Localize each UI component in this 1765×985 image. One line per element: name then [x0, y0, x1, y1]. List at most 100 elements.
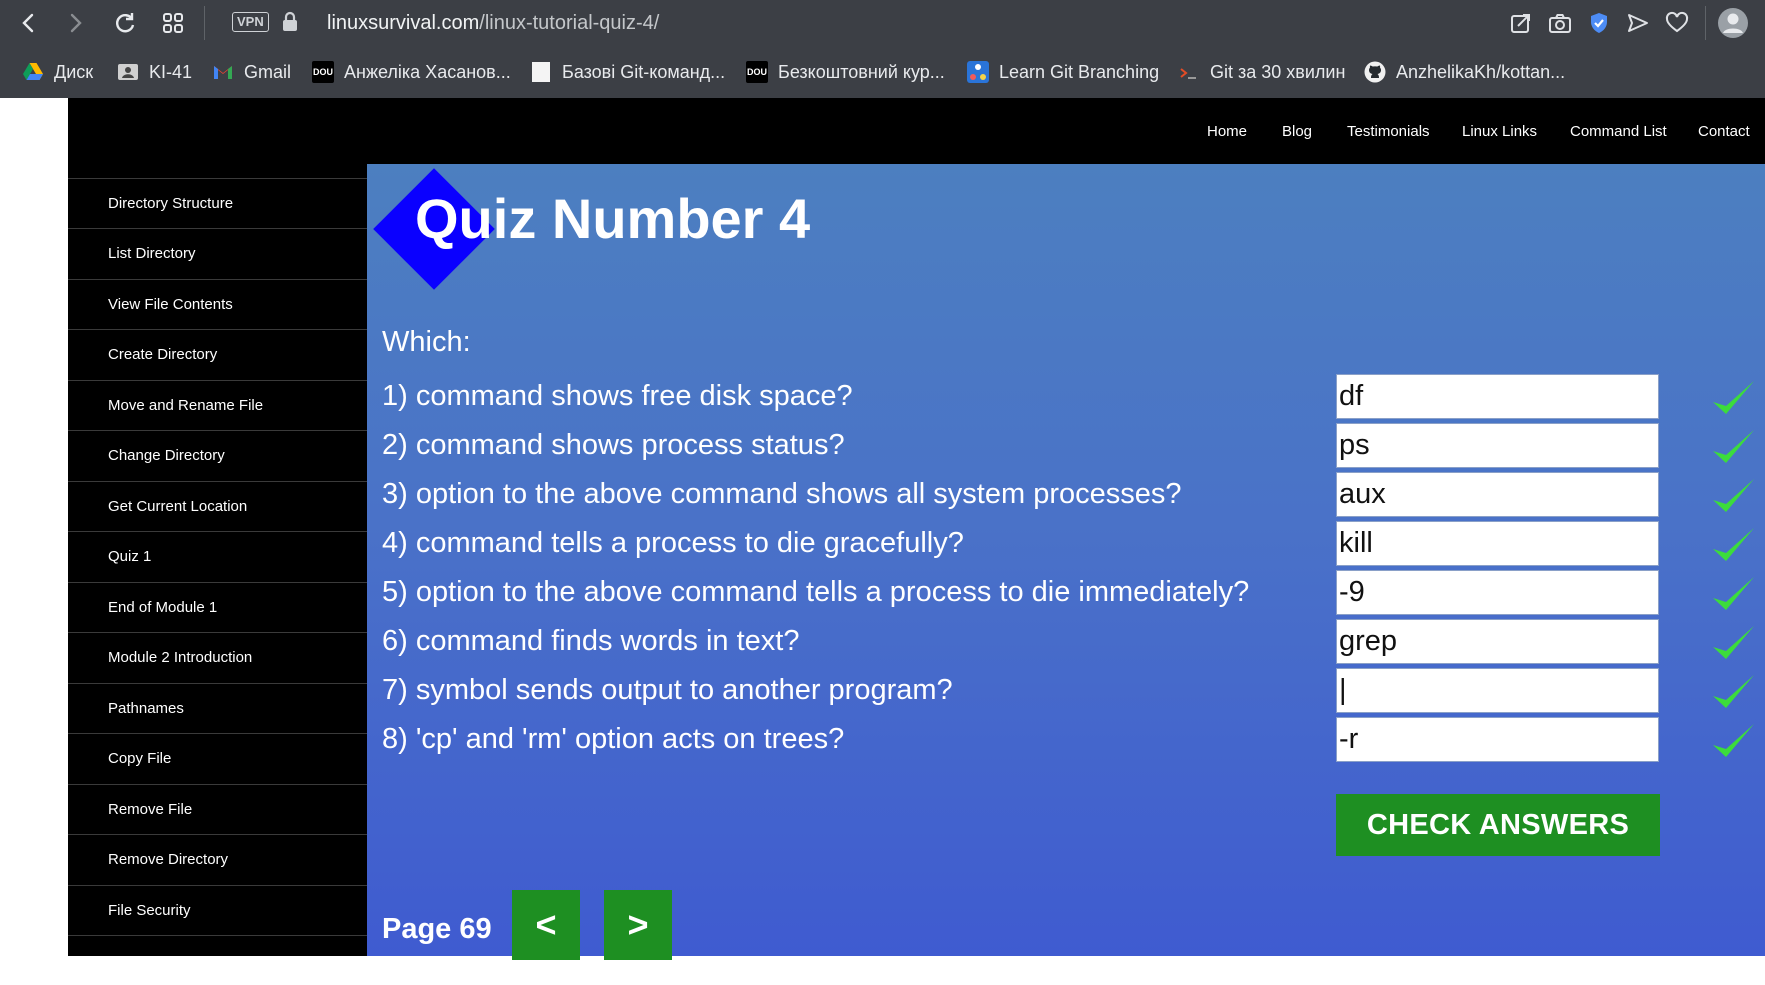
question-text: 1) command shows free disk space?	[382, 380, 853, 412]
question-text: 7) symbol sends output to another progra…	[382, 674, 953, 706]
nav-link-blog[interactable]: Blog	[1282, 124, 1312, 140]
checkmark-icon	[1710, 672, 1756, 712]
bookmark-label: Базові Git-команд...	[562, 61, 726, 82]
answer-field[interactable]: -r	[1336, 717, 1659, 762]
lock-icon[interactable]	[280, 10, 300, 34]
share-icon[interactable]	[1508, 10, 1534, 36]
sidebar-item-move-and-rename-file[interactable]: Move and Rename File	[68, 380, 367, 430]
back-icon[interactable]	[14, 8, 44, 38]
answer-field[interactable]: ps	[1336, 423, 1659, 468]
check-answers-button[interactable]: CHECK ANSWERS	[1336, 794, 1660, 856]
answer-field[interactable]: grep	[1336, 619, 1659, 664]
url-host: linuxsurvival.com	[327, 12, 480, 34]
gmail-icon	[212, 61, 234, 83]
google-drive-icon	[22, 61, 44, 83]
question-text: 5) option to the above command tells a p…	[382, 576, 1250, 608]
sidebar-item-pathnames[interactable]: Pathnames	[68, 683, 367, 733]
profile-avatar-icon[interactable]	[1717, 7, 1749, 39]
forward-icon[interactable]	[60, 8, 90, 38]
vpn-badge[interactable]: VPN	[232, 12, 269, 32]
sidebar-item-quiz-1[interactable]: Quiz 1	[68, 531, 367, 581]
tabs-grid-icon[interactable]	[158, 8, 188, 38]
question-text: 4) command tells a process to die gracef…	[382, 527, 964, 559]
question-text: 3) option to the above command shows all…	[382, 478, 1182, 510]
toolbar-divider	[204, 6, 205, 40]
bookmark-item[interactable]: Learn Git Branching	[967, 60, 1159, 84]
page-title: Quiz Number 4	[415, 187, 811, 250]
sidebar-item-end-of-module-1[interactable]: End of Module 1	[68, 582, 367, 632]
checkmark-icon	[1710, 378, 1756, 418]
nav-link-command-list[interactable]: Command List	[1570, 124, 1667, 140]
sidebar-item-remove-file[interactable]: Remove File	[68, 784, 367, 834]
checkmark-icon	[1710, 427, 1756, 467]
answer-field[interactable]: aux	[1336, 472, 1659, 517]
github-icon	[1364, 61, 1386, 83]
nav-link-contact[interactable]: Contact	[1698, 124, 1750, 140]
nav-link-home[interactable]: Home	[1207, 124, 1247, 140]
classroom-icon	[117, 61, 139, 83]
checkmark-icon	[1710, 525, 1756, 565]
dou-icon: DOU	[746, 61, 768, 83]
sidebar-item-view-file-contents[interactable]: View File Contents	[68, 279, 367, 329]
page-number: Page 69	[382, 913, 492, 945]
camera-icon[interactable]	[1547, 10, 1573, 36]
checkmark-icon	[1710, 623, 1756, 663]
answer-field[interactable]: -9	[1336, 570, 1659, 615]
checkmark-icon	[1710, 721, 1756, 761]
sidebar-item-list-directory[interactable]: List Directory	[68, 228, 367, 278]
bookmark-item[interactable]: DOU Анжеліка Хасанов...	[312, 60, 511, 84]
page-margin	[0, 98, 68, 956]
question-text: 6) command finds words in text?	[382, 625, 800, 657]
previous-page-button[interactable]: <	[512, 890, 580, 960]
bookmark-item[interactable]: KI-41	[117, 60, 192, 84]
question-text: 2) command shows process status?	[382, 429, 845, 461]
bookmark-item[interactable]: Диск	[22, 60, 93, 84]
sidebar-item-get-current-location[interactable]: Get Current Location	[68, 481, 367, 531]
bookmark-label: Анжеліка Хасанов...	[344, 61, 511, 82]
git-branching-icon	[967, 61, 989, 83]
sidebar-item-module-2-introduction[interactable]: Module 2 Introduction	[68, 632, 367, 682]
url-path: /linux-tutorial-quiz-4/	[479, 12, 660, 34]
quiz-panel: Quiz Number 4 Which: 1) command shows fr…	[367, 164, 1765, 960]
bookmarks-bar: Диск KI-41 Gmail DOU Анжеліка Хасанов... …	[0, 46, 1765, 99]
next-page-button[interactable]: >	[604, 890, 672, 960]
bookmark-label: Безкоштовний кур...	[778, 61, 945, 82]
sidebar-item-remove-directory[interactable]: Remove Directory	[68, 834, 367, 884]
question-text: 8) 'cp' and 'rm' option acts on trees?	[382, 723, 845, 755]
toolbar-divider	[1705, 6, 1706, 40]
shield-icon[interactable]	[1586, 10, 1612, 36]
address-bar[interactable]: linuxsurvival.com/linux-tutorial-quiz-4/	[327, 10, 659, 36]
bookmark-label: KI-41	[149, 61, 193, 82]
bookmark-item[interactable]: Базові Git-команд...	[530, 60, 725, 84]
bookmark-item[interactable]: AnzhelikaKh/kottan...	[1364, 60, 1565, 84]
send-icon[interactable]	[1625, 10, 1651, 36]
sidebar-item-divider	[68, 935, 367, 985]
sidebar-item-file-security[interactable]: File Security	[68, 885, 367, 935]
checkmark-icon	[1710, 574, 1756, 614]
bookmark-item[interactable]: DOU Безкоштовний кур...	[746, 60, 945, 84]
heart-icon[interactable]	[1664, 10, 1690, 36]
sidebar-item-change-directory[interactable]: Change Directory	[68, 430, 367, 480]
sidebar-item-directory-structure[interactable]: Directory Structure	[68, 178, 367, 228]
answer-field[interactable]: df	[1336, 374, 1659, 419]
bookmark-label: Learn Git Branching	[999, 61, 1160, 82]
terminal-icon	[1178, 61, 1200, 83]
nav-link-testimonials[interactable]: Testimonials	[1347, 124, 1430, 140]
quiz-intro: Which:	[382, 326, 471, 358]
bookmark-label: AnzhelikaKh/kottan...	[1396, 61, 1566, 82]
bookmark-item[interactable]: Git за 30 хвилин	[1178, 60, 1345, 84]
bookmark-label: Git за 30 хвилин	[1210, 61, 1346, 82]
sidebar-item-create-directory[interactable]: Create Directory	[68, 329, 367, 379]
sidebar-item-copy-file[interactable]: Copy File	[68, 733, 367, 783]
bookmark-item[interactable]: Gmail	[212, 60, 291, 84]
dou-icon: DOU	[312, 61, 334, 83]
reload-icon[interactable]	[110, 8, 140, 38]
checkmark-icon	[1710, 476, 1756, 516]
sidebar: Directory Structure List Directory View …	[68, 164, 367, 956]
nav-link-linux-links[interactable]: Linux Links	[1462, 124, 1537, 140]
answer-field[interactable]: |	[1336, 668, 1659, 713]
answer-field[interactable]: kill	[1336, 521, 1659, 566]
bookmark-label: Диск	[54, 61, 94, 82]
browser-toolbar: VPN linuxsurvival.com/linux-tutorial-qui…	[0, 0, 1765, 46]
page-icon	[530, 61, 552, 83]
